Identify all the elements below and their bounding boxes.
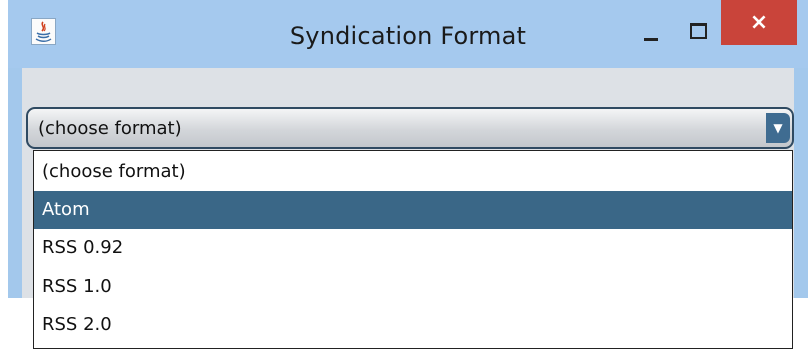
title-bar[interactable]: Syndication Format ×	[8, 0, 808, 68]
combobox-value: (choose format)	[38, 118, 182, 139]
maximize-button[interactable]	[678, 18, 718, 46]
close-button[interactable]: ×	[721, 0, 797, 45]
dropdown-option-choose-format[interactable]: (choose format)	[34, 153, 792, 191]
dropdown-option-atom[interactable]: Atom	[34, 191, 792, 229]
close-icon: ×	[749, 10, 769, 35]
dropdown-option-rss-20[interactable]: RSS 2.0	[34, 306, 792, 344]
chevron-down-icon[interactable]: ▼	[766, 113, 790, 143]
minimize-button[interactable]	[633, 18, 673, 46]
dropdown-option-rss-10[interactable]: RSS 1.0	[34, 268, 792, 306]
format-dropdown-list: (choose format) Atom RSS 0.92 RSS 1.0 RS…	[33, 150, 793, 349]
format-combobox[interactable]: (choose format) ▼	[26, 107, 794, 149]
dropdown-option-rss-092[interactable]: RSS 0.92	[34, 229, 792, 267]
